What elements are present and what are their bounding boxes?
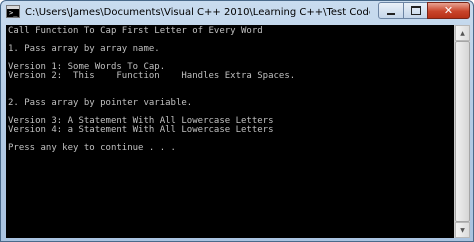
minimize-icon — [387, 12, 395, 15]
console-line: Press any key to continue . . . — [8, 143, 176, 153]
console-line: Call Function To Cap First Letter of Eve… — [8, 26, 263, 36]
console-icon[interactable]: >_ — [6, 5, 20, 18]
console-line: Version 2: This Function Handles Extra S… — [8, 71, 296, 81]
close-button[interactable]: ✕ — [427, 2, 470, 19]
close-icon: ✕ — [443, 4, 454, 17]
minimize-button[interactable] — [378, 2, 404, 19]
title-bar[interactable]: >_ C:\Users\James\Documents\Visual C++ 2… — [1, 1, 473, 25]
maximize-icon — [410, 6, 421, 15]
scroll-up-button[interactable]: ▲ — [455, 25, 470, 41]
scroll-thumb[interactable] — [455, 41, 470, 222]
arrow-down-icon: ▼ — [460, 226, 465, 234]
console-output[interactable]: Call Function To Cap First Letter of Eve… — [6, 25, 454, 238]
console-line: Version 4: a Statement With All Lowercas… — [8, 125, 274, 135]
arrow-up-icon: ▲ — [460, 29, 465, 37]
console-line: Version 1: Some Words To Cap. — [8, 62, 166, 72]
console-window: >_ C:\Users\James\Documents\Visual C++ 2… — [0, 0, 474, 242]
vertical-scrollbar[interactable]: ▲ ▼ — [454, 25, 470, 238]
console-line: 2. Pass array by pointer variable. — [8, 98, 193, 108]
maximize-button[interactable] — [403, 2, 428, 19]
window-title: C:\Users\James\Documents\Visual C++ 2010… — [25, 7, 370, 18]
console-line: 1. Pass array by array name. — [8, 44, 160, 54]
scroll-down-button[interactable]: ▼ — [455, 222, 470, 238]
console-line: Version 3: A Statement With All Lowercas… — [8, 116, 274, 126]
